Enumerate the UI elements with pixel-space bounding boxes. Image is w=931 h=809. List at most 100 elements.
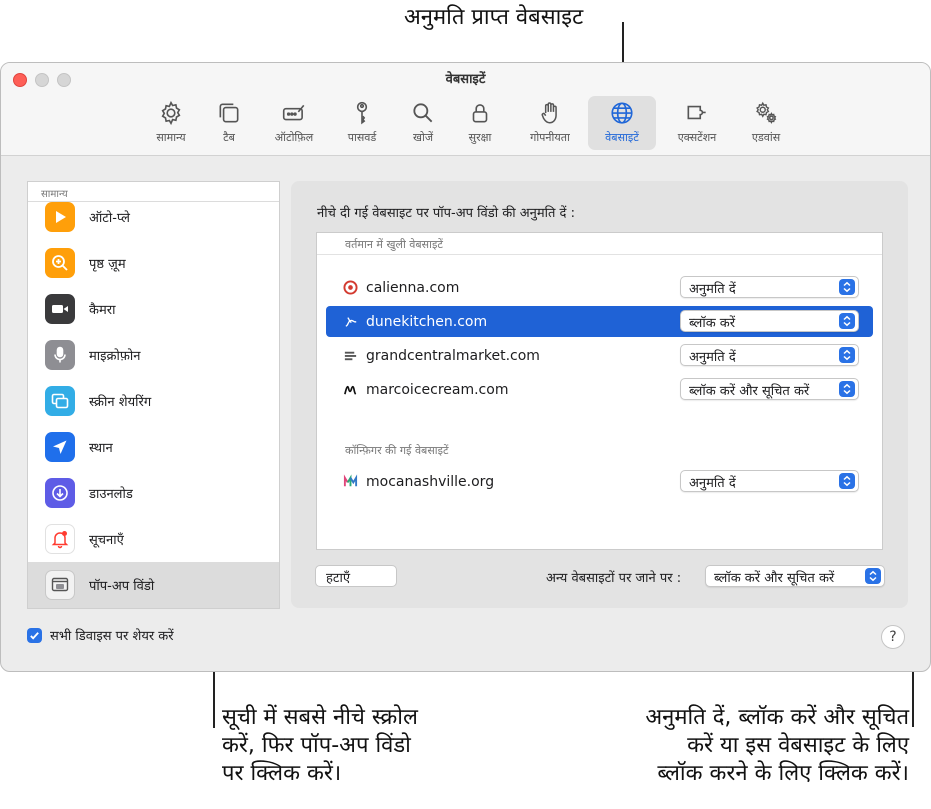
checkmark-icon [30, 631, 39, 640]
callout-line-2: करें या इस वेबसाइट के लिए [687, 733, 909, 758]
tab-autofill[interactable]: ऑटोफ़िल [264, 96, 324, 150]
tab-advanced[interactable]: एडवांस [739, 96, 793, 150]
other-websites-popup[interactable]: ब्लॉक करें और सूचित करें [705, 565, 885, 587]
window-title: वेबसाइटें [445, 72, 486, 87]
chevron-updown-icon [839, 473, 855, 489]
tab-label: टैब [223, 131, 235, 144]
camera-icon [45, 294, 75, 324]
callout-line-3: ब्लॉक करने के लिए क्लिक करें। [657, 761, 909, 786]
hand-icon [541, 102, 557, 124]
chevron-updown-icon [839, 313, 855, 329]
sidebar-item-page-zoom[interactable]: पृष्ठ ज़ूम [28, 240, 279, 286]
chevron-updown-icon [839, 347, 855, 363]
chevron-updown-icon [865, 568, 881, 584]
settings-window: वेबसाइटें सामान्य टैब ऑटोफ़िल पासवर्ड खो… [0, 62, 931, 672]
tab-search[interactable]: खोजें [401, 96, 445, 150]
sidebar-item-label: स्क्रीन शेयरिंग [89, 395, 152, 410]
globe-icon [611, 102, 633, 124]
location-icon [45, 432, 75, 462]
other-websites-label: अन्य वेबसाइटों पर जाने पर : [546, 571, 682, 586]
tab-websites[interactable]: वेबसाइटें [588, 96, 656, 150]
screen-sharing-icon [45, 386, 75, 416]
website-setting-popup[interactable]: ब्लॉक करें [680, 310, 859, 332]
website-setting-popup[interactable]: अनुमति दें [680, 276, 859, 298]
tab-label: ऑटोफ़िल [274, 131, 314, 144]
sidebar-item-label: स्थान [89, 441, 113, 456]
chevron-updown-icon [839, 381, 855, 397]
configured-sites-header: कॉन्फ़िगर की गई वेबसाइटें [345, 444, 449, 457]
share-checkbox[interactable] [27, 627, 42, 643]
website-name: mocanashville.org [366, 473, 495, 490]
marco-icon [343, 382, 358, 397]
tab-privacy[interactable]: गोपनीयता [519, 96, 581, 150]
sidebar-item-screen-sharing[interactable]: स्क्रीन शेयरिंग [28, 378, 279, 424]
sidebar-item-label: कैमरा [89, 303, 116, 318]
popup-value: अनुमति दें [689, 350, 736, 365]
microphone-icon [45, 340, 75, 370]
website-setting-popup[interactable]: अनुमति दें [680, 470, 859, 492]
sidebar-item-notifications[interactable]: सूचनाएँ [28, 516, 279, 562]
extension-icon [687, 105, 706, 120]
tabs-icon [219, 103, 239, 123]
sidebar-item-microphone[interactable]: माइक्रोफ़ोन [28, 332, 279, 378]
tab-passwords[interactable]: पासवर्ड [337, 96, 387, 150]
sidebar-item-location[interactable]: स्थान [28, 424, 279, 470]
tab-extensions[interactable]: एक्सटेंशन [666, 96, 728, 150]
tab-label: पासवर्ड [347, 131, 377, 144]
gear-icon [161, 100, 181, 126]
popup-value: ब्लॉक करें [689, 316, 736, 331]
sidebar-item-label: पृष्ठ ज़ूम [89, 257, 126, 272]
tab-label: गोपनीयता [530, 131, 570, 144]
sidebar-item-popup-windows[interactable]: पॉप-अप विंडो [28, 562, 279, 608]
help-button[interactable]: ? [881, 625, 905, 649]
play-icon [45, 202, 75, 232]
popup-value: ब्लॉक करें और सूचित करें [689, 384, 810, 399]
tab-label: खोजें [412, 131, 433, 144]
website-name: calienna.com [366, 279, 460, 296]
tab-label: एडवांस [751, 131, 781, 144]
divider [317, 254, 882, 255]
callout-line-2: करें, फिर पॉप-अप विंडो [222, 733, 411, 758]
popup-window-icon [45, 570, 75, 600]
website-list[interactable]: वर्तमान में खुली वेबसाइटें calienna.com … [316, 232, 883, 550]
tab-label: सुरक्षा [468, 131, 492, 144]
chevron-updown-icon [839, 279, 855, 295]
popup-value: अनुमति दें [689, 282, 736, 297]
sidebar-item-label: माइक्रोफ़ोन [89, 349, 141, 364]
share-across-devices[interactable]: सभी डिवाइस पर शेयर करें [27, 626, 174, 644]
website-name: marcoicecream.com [366, 381, 509, 398]
panel-title: नीचे दी गई वेबसाइट पर पॉप-अप विंडो की अन… [317, 206, 575, 221]
lock-icon [472, 104, 488, 123]
callout-setting-instructions: अनुमति दें, ब्लॉक करें और सूचित करें या … [645, 704, 909, 788]
callout-line-1: सूची में सबसे नीचे स्क्रोल [222, 705, 418, 730]
search-icon [413, 103, 433, 123]
open-sites-header: वर्तमान में खुली वेबसाइटें [345, 238, 443, 251]
popup-value: अनुमति दें [689, 476, 736, 491]
callout-line-3: पर क्लिक करें। [222, 761, 342, 786]
preferences-tabs: सामान्य टैब ऑटोफ़िल पासवर्ड खोजें सुरक्ष… [1, 96, 930, 154]
tab-label: एक्सटेंशन [677, 131, 717, 144]
tab-security[interactable]: सुरक्षा [458, 96, 502, 150]
popup-settings-panel: नीचे दी गई वेबसाइट पर पॉप-अप विंडो की अन… [291, 181, 908, 608]
callout-scroll-instructions: सूची में सबसे नीचे स्क्रोल करें, फिर पॉप… [222, 704, 418, 788]
dunekitchen-icon [343, 314, 358, 329]
tab-tabs[interactable]: टैब [207, 96, 251, 150]
website-setting-popup[interactable]: ब्लॉक करें और सूचित करें [680, 378, 859, 400]
callout-allowed-website: अनुमति प्राप्त वेबसाइट [404, 5, 584, 30]
remove-button[interactable]: हटाएँ [315, 565, 397, 587]
sidebar-item-downloads[interactable]: डाउनलोड [28, 470, 279, 516]
zoom-icon [45, 248, 75, 278]
website-setting-popup[interactable]: अनुमति दें [680, 344, 859, 366]
key-icon [356, 101, 368, 125]
sidebar-item-label: पॉप-अप विंडो [89, 579, 155, 594]
tab-general[interactable]: सामान्य [144, 96, 198, 150]
callout-line-1: अनुमति दें, ब्लॉक करें और सूचित [645, 705, 909, 730]
tab-label: सामान्य [156, 131, 186, 144]
sidebar-item-label: सूचनाएँ [89, 533, 124, 548]
sidebar[interactable]: सामान्य ऑटो-प्ले पृष्ठ ज़ूम कैमरा माइक्र… [27, 181, 280, 609]
gears-icon [756, 101, 777, 124]
share-label: सभी डिवाइस पर शेयर करें [50, 629, 174, 644]
website-name: dunekitchen.com [366, 313, 488, 330]
sidebar-item-camera[interactable]: कैमरा [28, 286, 279, 332]
grandcentral-icon [343, 348, 358, 363]
